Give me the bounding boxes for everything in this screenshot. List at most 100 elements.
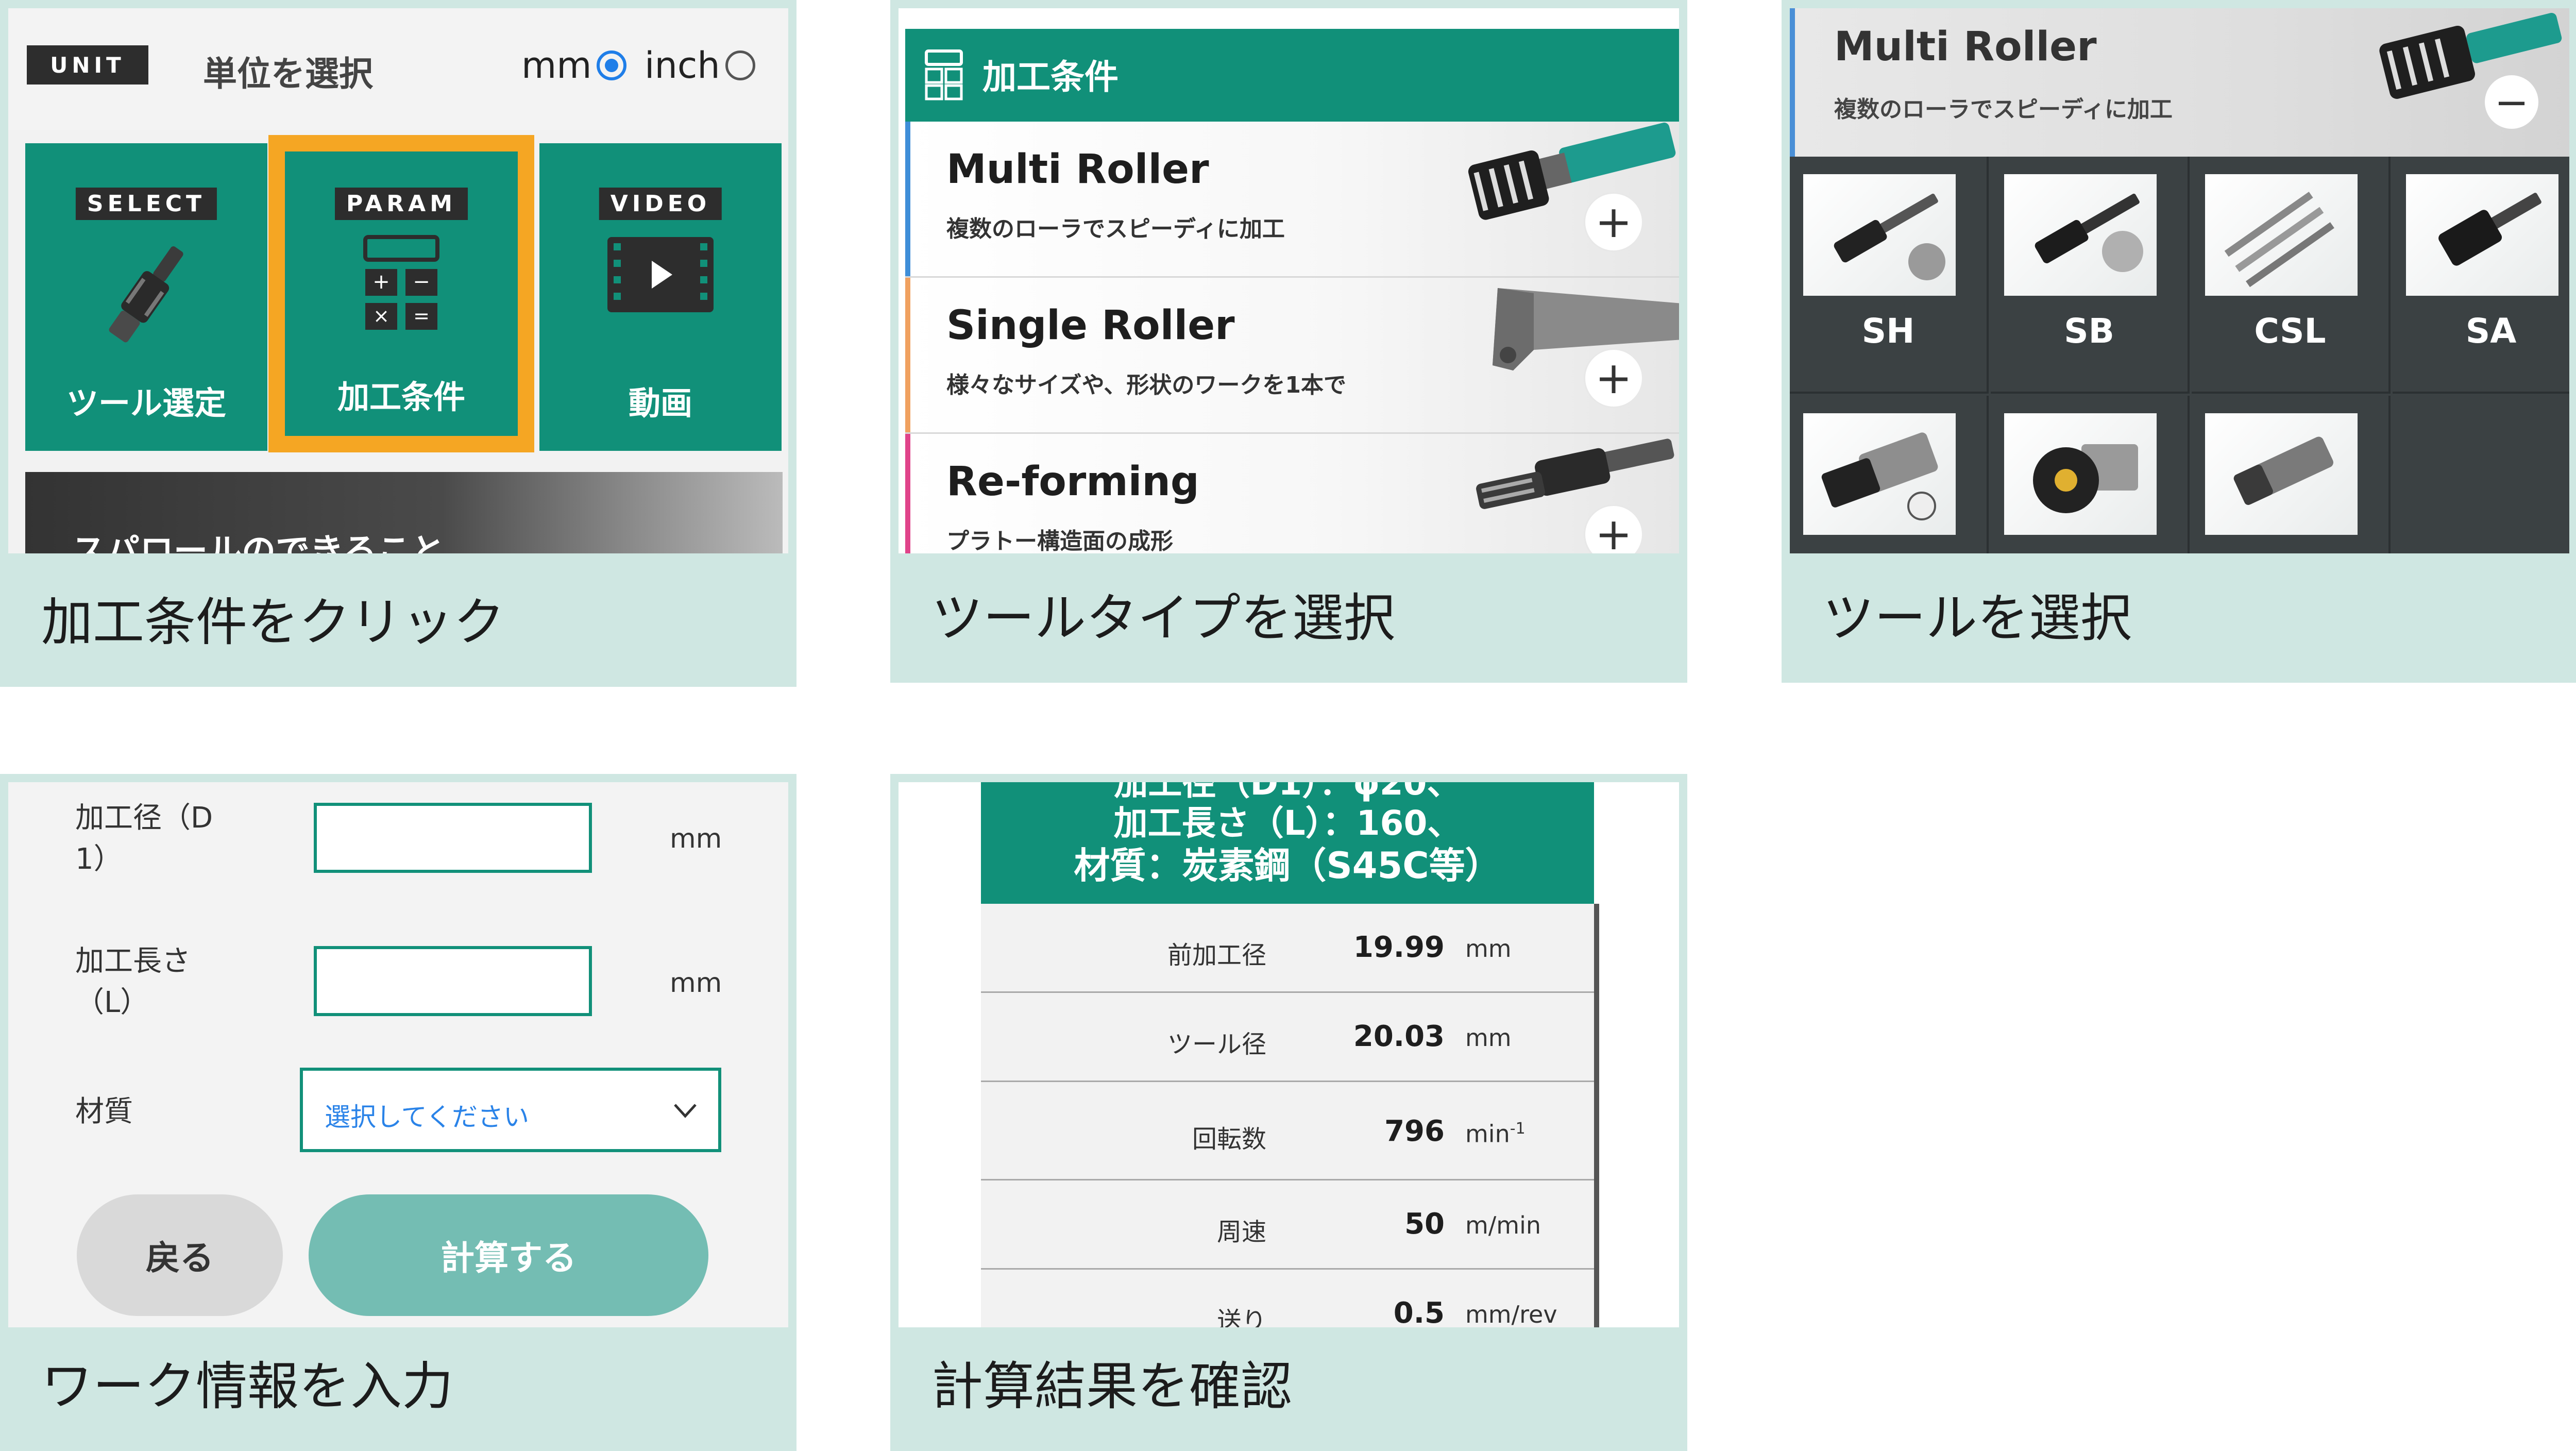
param-label: 加工条件 xyxy=(337,378,465,416)
unit-inch-label: inch xyxy=(645,44,720,87)
tool-thumbnail xyxy=(2205,413,2358,535)
unit-mm-option[interactable]: mm xyxy=(521,44,627,87)
tool-card-sb[interactable]: SB xyxy=(1991,157,2190,394)
tool-card[interactable] xyxy=(1790,396,1989,553)
result-screen: 加工径（D1）：φ20、 加工長さ（L）：160、 材質：炭素鋼（S45C等） … xyxy=(899,782,1679,1327)
back-button[interactable]: 戻る xyxy=(77,1194,283,1316)
tool-label: SH xyxy=(1861,311,1915,351)
tool-card-csl[interactable]: CSL xyxy=(2192,157,2391,394)
video-tile[interactable]: VIDEO 動画 xyxy=(539,143,782,451)
banner-text: スパロールのできること xyxy=(72,531,445,553)
material-placeholder: 選択してください xyxy=(325,1102,529,1132)
tool-label: SB xyxy=(2064,311,2114,351)
tool-thumbnail xyxy=(2205,174,2358,296)
collapse-minus-icon[interactable]: − xyxy=(2485,75,2538,129)
tooltype-single-roller[interactable]: Single Roller 様々なサイズや、形状のワークを1本で + xyxy=(905,278,1679,434)
tool-thumbnail xyxy=(2406,174,2558,296)
expand-plus-icon[interactable]: + xyxy=(1585,194,1642,250)
tool-thumbnail xyxy=(2004,174,2157,296)
tool-card[interactable] xyxy=(2192,396,2391,553)
step2-panel: 加工条件 Multi Roller 複数のローラでスピーディに加工 + Sing… xyxy=(890,0,1687,683)
svg-text:−: − xyxy=(413,270,430,294)
result-value: 19.99 xyxy=(1353,931,1445,964)
chevron-down-icon xyxy=(674,1104,697,1118)
result-summary: 加工径（D1）：φ20、 加工長さ（L）：160、 材質：炭素鋼（S45C等） xyxy=(981,782,1594,904)
step5-caption: 計算結果を確認 xyxy=(931,1356,1292,1416)
length-input[interactable] xyxy=(314,946,592,1016)
unit-badge: UNIT xyxy=(27,45,148,85)
result-value: 20.03 xyxy=(1353,1020,1445,1053)
svg-text:×: × xyxy=(373,305,389,327)
header-title: Multi Roller xyxy=(1834,24,2097,70)
summary-material: 材質：炭素鋼（S45C等） xyxy=(1074,845,1501,887)
diameter-label: 加工径（D 1） xyxy=(75,798,213,880)
home-screen: UNIT 単位を選択 mm inch SELECT ツール選定 PARAM + … xyxy=(8,8,788,553)
result-value: 50 xyxy=(1404,1207,1445,1241)
header-desc: 複数のローラでスピーディに加工 xyxy=(1834,96,2173,123)
tool-thumbnail xyxy=(1803,413,1956,535)
step3-panel: Multi Roller 複数のローラでスピーディに加工 − SH SB CSL xyxy=(1782,0,2576,683)
expand-plus-icon[interactable]: + xyxy=(1585,350,1642,407)
radio-checked-icon[interactable] xyxy=(597,50,627,80)
select-tile[interactable]: SELECT ツール選定 xyxy=(25,143,267,451)
calculator-icon: + − × = xyxy=(363,235,439,330)
result-label: 周速 xyxy=(1216,1218,1266,1246)
calculator-icon xyxy=(925,49,963,100)
tool-thumbnail xyxy=(1803,174,1956,296)
result-unit: min-1 xyxy=(1465,1120,1526,1148)
step5-panel: 加工径（D1）：φ20、 加工長さ（L）：160、 材質：炭素鋼（S45C等） … xyxy=(890,774,1687,1451)
svg-text:+: + xyxy=(372,270,390,294)
tooltype-screen: 加工条件 Multi Roller 複数のローラでスピーディに加工 + Sing… xyxy=(899,8,1679,553)
tool-name: Single Roller xyxy=(946,302,1235,349)
tool-label: CSL xyxy=(2254,311,2326,351)
select-label: ツール選定 xyxy=(66,384,226,422)
material-select[interactable]: 選択してください xyxy=(300,1068,721,1152)
step1-panel: UNIT 単位を選択 mm inch SELECT ツール選定 PARAM + … xyxy=(0,0,796,687)
feature-banner[interactable]: スパロールのできること xyxy=(25,472,783,553)
tooltype-re-forming[interactable]: Re-forming プラトー構造面の成形 + xyxy=(905,434,1679,553)
diameter-unit: mm xyxy=(670,823,722,854)
param-header: 加工条件 xyxy=(905,29,1679,122)
accent-bar xyxy=(905,434,910,553)
select-badge: SELECT xyxy=(75,188,217,220)
svg-text:=: = xyxy=(413,305,430,327)
length-label: 加工長さ （L） xyxy=(75,941,191,1023)
result-label: 前加工径 xyxy=(1167,941,1266,970)
length-label-line1: 加工長さ xyxy=(75,944,191,978)
tool-desc: プラトー構造面の成形 xyxy=(946,528,1173,553)
unit-text: min xyxy=(1465,1120,1510,1148)
calculate-button[interactable]: 計算する xyxy=(309,1194,708,1316)
param-tile[interactable]: PARAM + − × = 加工条件 xyxy=(283,149,520,438)
material-label: 材質 xyxy=(75,1095,133,1128)
tool-card[interactable] xyxy=(1991,396,2190,553)
param-badge: PARAM xyxy=(335,188,468,220)
tool-select-screen: Multi Roller 複数のローラでスピーディに加工 − SH SB CSL xyxy=(1790,8,2569,553)
unit-superscript: -1 xyxy=(1510,1120,1526,1138)
result-unit: mm xyxy=(1465,935,1512,963)
tool-desc: 複数のローラでスピーディに加工 xyxy=(946,216,1285,242)
roller-tool-icon xyxy=(109,246,183,343)
accent-bar xyxy=(905,122,910,276)
result-row: 送り 0.5 mm/rev xyxy=(981,1270,1594,1327)
multi-roller-header[interactable]: Multi Roller 複数のローラでスピーディに加工 − xyxy=(1790,8,2569,157)
empty-cell xyxy=(2393,396,2569,553)
result-table: 前加工径 19.99 mm ツール径 20.03 mm 回転数 796 min-… xyxy=(981,904,1599,1327)
result-label: 回転数 xyxy=(1192,1125,1266,1154)
result-unit: mm/rev xyxy=(1465,1301,1557,1327)
result-row: 周速 50 m/min xyxy=(981,1180,1594,1270)
length-label-line2: （L） xyxy=(75,986,149,1019)
tool-card-sh[interactable]: SH xyxy=(1790,157,1989,394)
tool-label: SA xyxy=(2465,311,2517,351)
tooltype-multi-roller[interactable]: Multi Roller 複数のローラでスピーディに加工 + xyxy=(905,122,1679,278)
radio-unchecked-icon[interactable] xyxy=(725,50,755,80)
video-badge: VIDEO xyxy=(599,188,722,220)
tool-card-sa[interactable]: SA xyxy=(2393,157,2569,394)
diameter-input[interactable] xyxy=(314,803,592,873)
unit-inch-option[interactable]: inch xyxy=(645,44,755,87)
step3-caption: ツールを選択 xyxy=(1823,588,2132,648)
result-unit: m/min xyxy=(1465,1211,1541,1239)
tool-thumbnail xyxy=(2004,413,2157,535)
unit-mm-label: mm xyxy=(521,44,592,87)
tool-name: Re-forming xyxy=(946,459,1199,505)
multi-roller-image xyxy=(1468,122,1676,220)
